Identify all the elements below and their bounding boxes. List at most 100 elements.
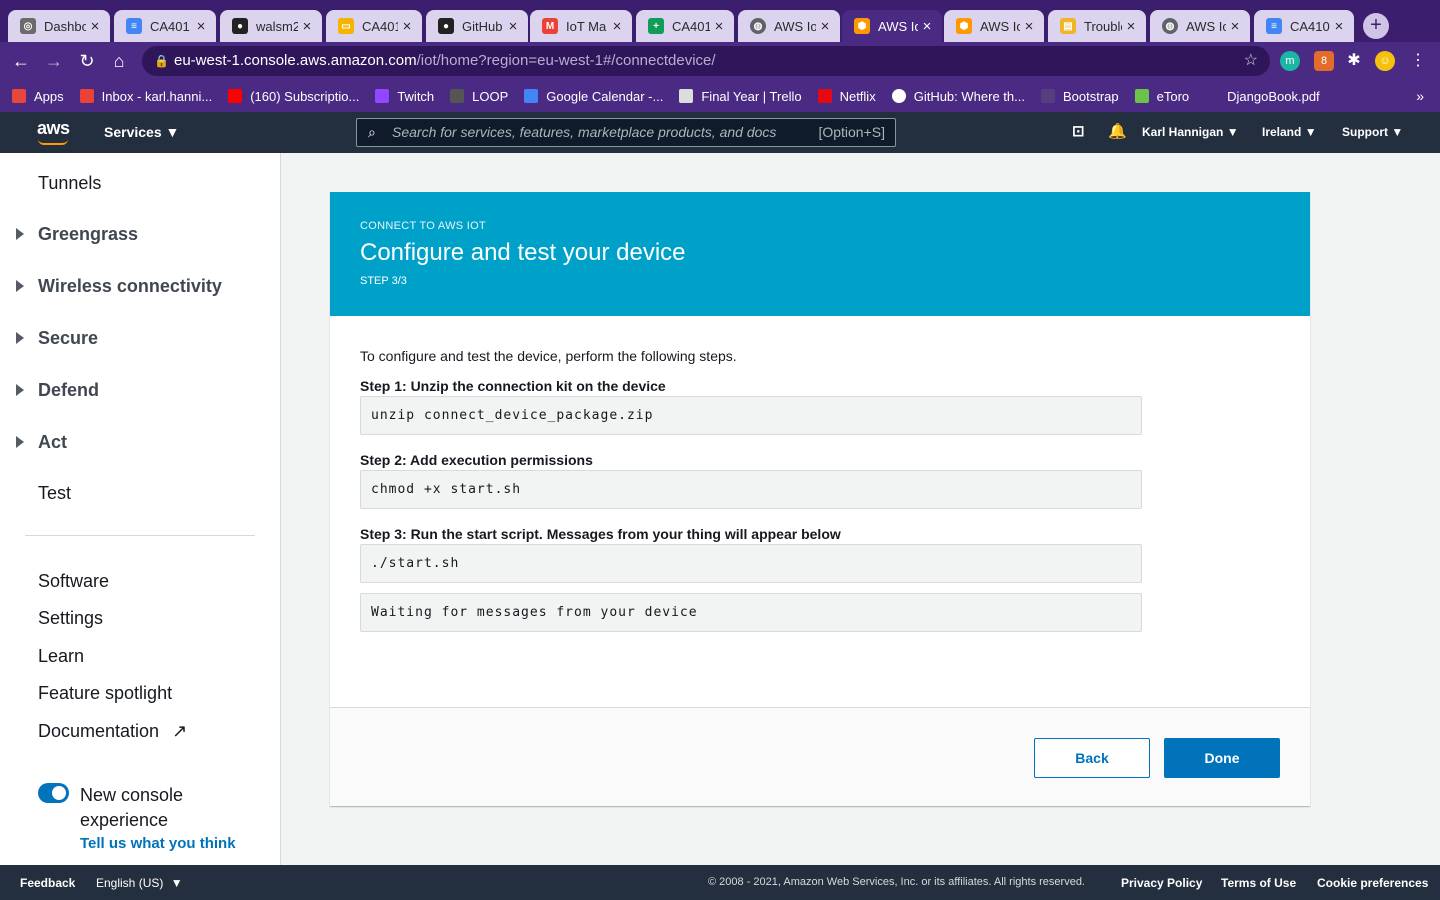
close-tab-icon[interactable]: × [398, 18, 416, 35]
cookie-preferences-link[interactable]: Cookie preferences [1317, 876, 1428, 890]
step-1-code[interactable]: unzip connect_device_package.zip [360, 396, 1142, 435]
close-tab-icon[interactable]: × [298, 18, 316, 35]
bookmark-item[interactable]: Apps [12, 89, 64, 104]
extensions-puzzle-icon[interactable]: ✱ [1344, 51, 1364, 71]
cloudshell-icon[interactable]: ⊡ [1072, 122, 1085, 140]
reload-icon[interactable]: ↻ [76, 50, 98, 72]
bookmarks-bar: Apps Inbox - karl.hanni... (160) Subscri… [0, 80, 1440, 112]
sidebar-item-act[interactable]: Act [16, 432, 67, 453]
support-menu[interactable]: Support ▼ [1342, 125, 1403, 139]
caret-down-icon: ▼ [1226, 125, 1239, 139]
profile-avatar[interactable]: ☺ [1375, 51, 1395, 71]
terms-of-use-link[interactable]: Terms of Use [1221, 876, 1296, 890]
close-tab-icon[interactable]: × [710, 18, 728, 35]
sidebar-item-test[interactable]: Test [38, 483, 71, 504]
google-sheets-favicon-icon: + [648, 18, 664, 34]
expand-caret-icon[interactable] [16, 436, 24, 448]
footer-feedback-link[interactable]: Feedback [20, 876, 75, 890]
bookmark-item[interactable]: DjangoBook.pdf [1205, 89, 1320, 104]
region-menu[interactable]: Ireland ▼ [1262, 125, 1317, 139]
caret-down-icon: ▼ [1304, 125, 1317, 139]
close-tab-icon[interactable]: × [86, 18, 104, 35]
forward-arrow-icon[interactable]: → [43, 50, 65, 72]
address-bar[interactable]: 🔒 eu-west-1.console.aws.amazon.com/iot/h… [142, 46, 1270, 76]
loop-icon [450, 89, 465, 103]
caret-down-icon: ▼ [1391, 125, 1404, 139]
sidebar-item-settings[interactable]: Settings [38, 608, 103, 629]
bookmark-item[interactable]: eToro [1134, 89, 1189, 104]
browser-tab[interactable]: ≡ CA410 × [1254, 10, 1354, 42]
extension-badge-icon[interactable]: 8 [1314, 51, 1334, 71]
aws-logo[interactable]: aws [37, 118, 70, 145]
sidebar-item-feature-spotlight[interactable]: Feature spotlight [38, 683, 172, 704]
bookmark-item[interactable]: Twitch [375, 89, 434, 104]
browser-tab[interactable]: ≡ CA401 × [114, 10, 216, 42]
close-tab-icon[interactable]: × [1330, 18, 1348, 35]
sidebar-item-wireless-connectivity[interactable]: Wireless connectivity [16, 276, 222, 297]
expand-caret-icon[interactable] [16, 332, 24, 344]
close-tab-icon[interactable]: × [608, 18, 626, 35]
docs-favicon-icon: ▤ [1060, 18, 1076, 34]
sidebar-item-defend[interactable]: Defend [16, 380, 99, 401]
bookmark-star-icon[interactable]: ☆ [1244, 46, 1258, 76]
sidebar-item-learn[interactable]: Learn [38, 646, 84, 667]
services-menu[interactable]: Services ▼ [104, 124, 179, 140]
close-tab-icon[interactable]: × [1020, 18, 1038, 35]
home-icon[interactable]: ⌂ [108, 50, 130, 72]
browser-tab[interactable]: ● walsm2 × [220, 10, 322, 42]
notifications-bell-icon[interactable]: 🔔 [1108, 122, 1127, 140]
browser-tab[interactable]: ◎Dashboard× [8, 10, 110, 42]
new-tab-button[interactable]: + [1363, 13, 1389, 39]
done-button[interactable]: Done [1164, 738, 1280, 778]
sidebar-item-software[interactable]: Software [38, 571, 109, 592]
back-arrow-icon[interactable]: ← [10, 50, 32, 72]
browser-tab[interactable]: ▤Trouble× [1048, 10, 1146, 42]
account-menu[interactable]: Karl Hannigan ▼ [1142, 125, 1239, 139]
more-bookmarks-icon[interactable]: » [1416, 88, 1424, 104]
bookmark-item[interactable]: Inbox - karl.hanni... [79, 89, 212, 104]
bookmark-item[interactable]: Google Calendar -... [524, 89, 663, 104]
step-2-code[interactable]: chmod +x start.sh [360, 470, 1142, 509]
bookmark-item[interactable]: Bootstrap [1040, 89, 1119, 104]
bookmark-item[interactable]: LOOP [450, 89, 508, 104]
expand-caret-icon[interactable] [16, 228, 24, 240]
browser-menu-icon[interactable]: ⋮ [1408, 51, 1428, 71]
close-tab-icon[interactable]: × [192, 18, 210, 35]
expand-caret-icon[interactable] [16, 280, 24, 292]
language-selector[interactable]: English (US) ▼ [96, 876, 183, 890]
device-messages-box[interactable]: Waiting for messages from your device [360, 593, 1142, 632]
twitch-icon [375, 89, 390, 103]
bookmark-item[interactable]: GitHub: Where th... [891, 89, 1025, 104]
browser-tab[interactable]: ▭ CA401 × [326, 10, 422, 42]
bookmark-item[interactable]: Final Year | Trello [679, 89, 802, 104]
close-tab-icon[interactable]: × [918, 18, 936, 35]
browser-tab[interactable]: ◍ AWS Io × [1150, 10, 1250, 42]
back-button[interactable]: Back [1034, 738, 1150, 778]
privacy-policy-link[interactable]: Privacy Policy [1121, 876, 1202, 890]
page-title: Configure and test your device [360, 239, 686, 266]
browser-tab[interactable]: + CA401 × [636, 10, 734, 42]
close-tab-icon[interactable]: × [816, 18, 834, 35]
sidebar-item-greengrass[interactable]: Greengrass [16, 224, 138, 245]
close-tab-icon[interactable]: × [1122, 18, 1140, 35]
netflix-icon [817, 89, 832, 103]
browser-tab[interactable]: M IoT Ma × [530, 10, 632, 42]
bookmark-item[interactable]: Netflix [817, 89, 876, 104]
new-console-toggle[interactable] [38, 783, 69, 803]
sidebar-item-secure[interactable]: Secure [16, 328, 98, 349]
close-tab-icon[interactable]: × [504, 18, 522, 35]
console-search-input[interactable]: ⌕ Search for services, features, marketp… [356, 118, 896, 147]
close-tab-icon[interactable]: × [1226, 18, 1244, 35]
browser-tab[interactable]: ● GitHub × [426, 10, 528, 42]
expand-caret-icon[interactable] [16, 384, 24, 396]
feedback-link[interactable]: Tell us what you think [80, 835, 236, 852]
browser-tab[interactable]: ◍ AWS Io × [738, 10, 840, 42]
step-3-code[interactable]: ./start.sh [360, 544, 1142, 583]
bookmark-item[interactable]: (160) Subscriptio... [228, 89, 359, 104]
sidebar-item-documentation[interactable]: Documentation ↗ [38, 721, 187, 742]
browser-tab[interactable]: ⬢ AWS Io × [944, 10, 1044, 42]
extension-m-icon[interactable]: m [1280, 51, 1300, 71]
browser-tab-active[interactable]: ⬢ AWS Io × [842, 10, 942, 42]
sidebar-item-tunnels[interactable]: Tunnels [38, 173, 101, 194]
connect-device-panel: CONNECT TO AWS IOT Configure and test yo… [330, 192, 1310, 806]
